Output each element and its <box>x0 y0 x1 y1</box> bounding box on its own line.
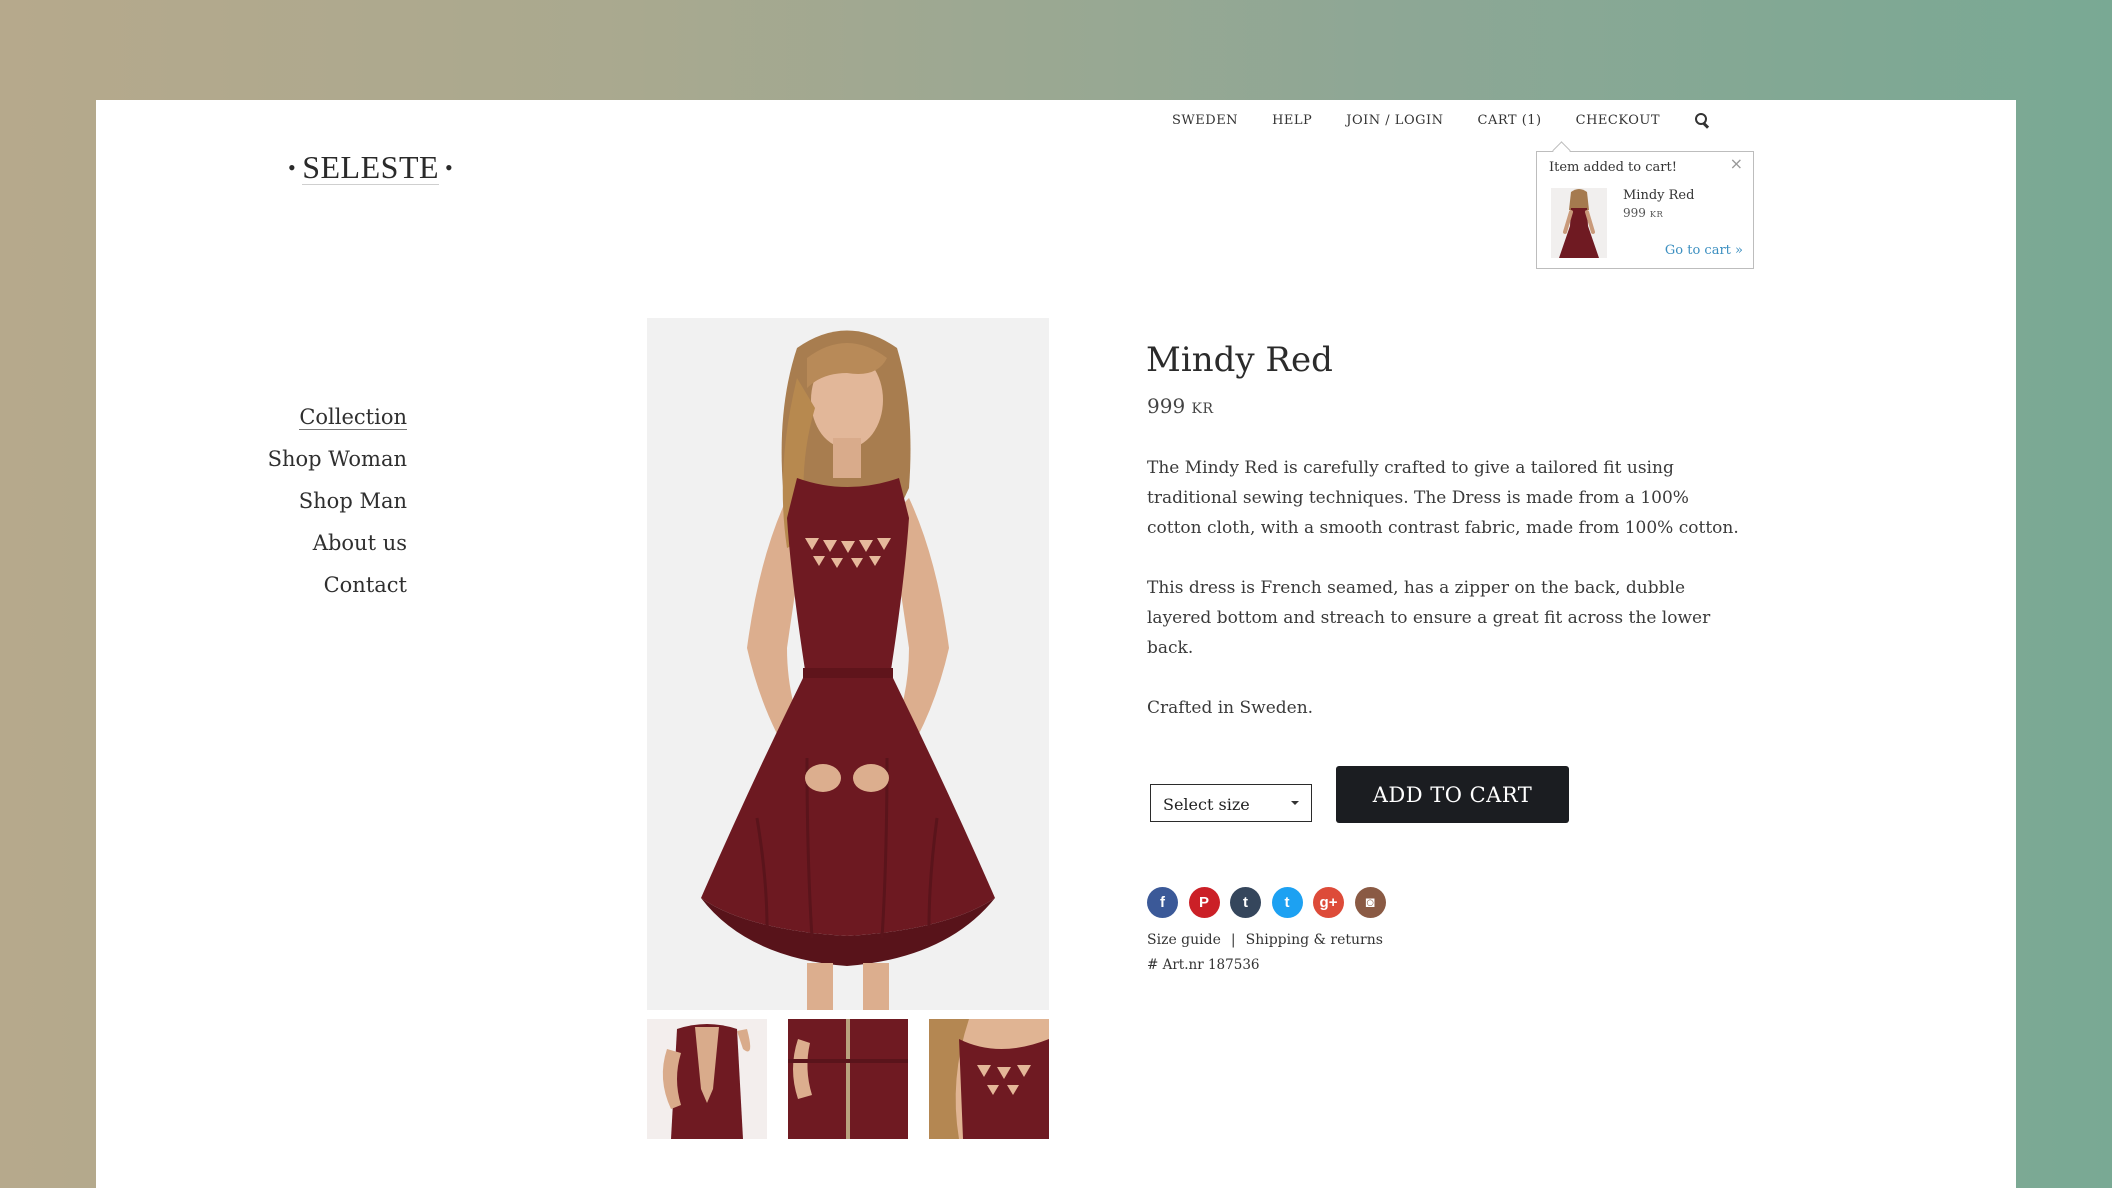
description-paragraph: Crafted in Sweden. <box>1147 698 1314 718</box>
nav-help[interactable]: HELP <box>1272 113 1312 128</box>
cart-popup: Item added to cart! × Mindy Red 999 KR G… <box>1536 141 1754 269</box>
nav-join-login[interactable]: JOIN / LOGIN <box>1346 113 1443 128</box>
side-nav-contact[interactable]: Contact <box>268 564 407 606</box>
cart-item-price: 999 KR <box>1623 206 1664 220</box>
size-select-value: Select size <box>1163 795 1250 814</box>
side-nav-collection[interactable]: Collection <box>268 396 407 438</box>
tumblr-icon[interactable]: t <box>1230 887 1261 918</box>
side-nav-about-us[interactable]: About us <box>268 522 407 564</box>
twitter-icon[interactable]: t <box>1271 887 1303 918</box>
shipping-returns-link[interactable]: Shipping & returns <box>1246 932 1383 948</box>
add-to-cart-button[interactable]: ADD TO CART <box>1336 766 1569 823</box>
facebook-icon[interactable]: f <box>1147 887 1178 918</box>
logo-dot-right: • <box>445 154 454 180</box>
close-icon[interactable]: × <box>1730 154 1743 173</box>
description-paragraph: This dress is French seamed, has a zippe… <box>1147 578 1711 658</box>
thumbnail-zipper-view[interactable] <box>788 1019 908 1139</box>
nav-cart[interactable]: CART (1) <box>1478 113 1542 128</box>
instagram-icon[interactable]: ◙ <box>1354 887 1386 918</box>
size-select[interactable]: Select size <box>1150 784 1312 822</box>
thumbnail-back-view[interactable] <box>647 1019 767 1139</box>
cart-popup-message: Item added to cart! <box>1549 160 1677 175</box>
pinterest-icon[interactable]: P <box>1188 887 1220 918</box>
side-nav-shop-man[interactable]: Shop Man <box>268 480 407 522</box>
link-separator: | <box>1230 932 1236 948</box>
product-links: Size guide | Shipping & returns <box>1147 932 1383 948</box>
social-share-icons: f Pt t g+ ◙ <box>1147 887 1396 918</box>
cart-item-thumbnail <box>1551 188 1607 258</box>
product-price: 999 KR <box>1147 394 1214 418</box>
logo-dot-left: • <box>288 154 297 180</box>
logo-text: SELESTE <box>302 149 440 185</box>
chevron-down-icon <box>1291 801 1299 805</box>
product-thumbnails <box>647 1019 1049 1139</box>
article-number: # Art.nr 187536 <box>1147 957 1260 973</box>
size-guide-link[interactable]: Size guide <box>1147 932 1221 948</box>
product-main-image[interactable] <box>647 318 1049 1010</box>
page: • SELESTE • SWEDEN HELP JOIN / LOGIN CAR… <box>96 100 2016 1188</box>
description-paragraph: The Mindy Red is carefully crafted to gi… <box>1147 458 1739 538</box>
side-navigation: Collection Shop Woman Shop Man About us … <box>268 396 407 606</box>
search-icon[interactable] <box>1694 112 1710 129</box>
google-plus-icon[interactable]: g+ <box>1313 887 1344 918</box>
site-logo[interactable]: • SELESTE • <box>282 150 459 185</box>
nav-sweden[interactable]: SWEDEN <box>1172 113 1238 128</box>
top-navigation: SWEDEN HELP JOIN / LOGIN CART (1) CHECKO… <box>1138 112 1710 129</box>
cart-item-name: Mindy Red <box>1623 188 1695 203</box>
side-nav-shop-woman[interactable]: Shop Woman <box>268 438 407 480</box>
product-title: Mindy Red <box>1146 340 1333 380</box>
thumbnail-neckline-view[interactable] <box>929 1019 1049 1139</box>
go-to-cart-link[interactable]: Go to cart » <box>1665 243 1743 258</box>
nav-checkout[interactable]: CHECKOUT <box>1576 113 1660 128</box>
product-description: The Mindy Red is carefully crafted to gi… <box>1147 453 1747 753</box>
